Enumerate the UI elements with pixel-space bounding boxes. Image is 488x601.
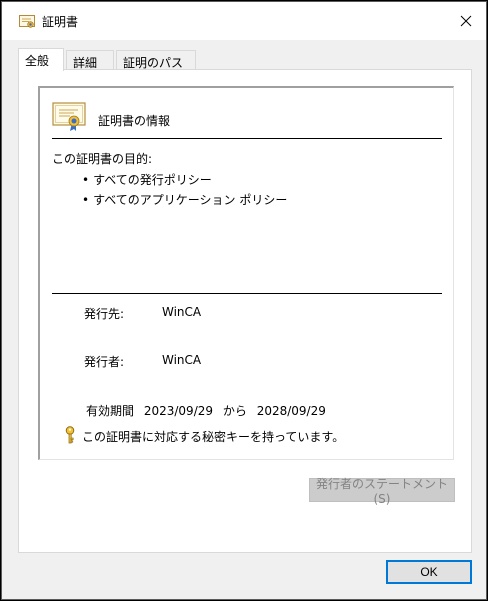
close-icon <box>460 15 472 27</box>
certificate-info-heading: 証明書の情報 <box>98 114 171 128</box>
tab-certification-path[interactable]: 証明のパス <box>116 50 196 70</box>
validity-label: 有効期間 <box>86 404 135 418</box>
tab-general[interactable]: 全般 <box>18 48 64 71</box>
title-bar: 証明書 <box>2 2 486 40</box>
tab-details[interactable]: 詳細 <box>66 50 114 70</box>
purpose-label: この証明書の目的: <box>52 152 153 166</box>
window-title: 証明書 <box>42 15 79 29</box>
key-icon <box>65 426 75 444</box>
purpose-list: すべての発行ポリシー すべてのアプリケーション ポリシー <box>82 170 287 210</box>
valid-to: 2028/09/29 <box>256 404 326 418</box>
valid-from: 2023/09/29 <box>143 404 214 418</box>
certificate-icon <box>52 102 86 131</box>
issued-to-value: WinCA <box>162 305 202 319</box>
issued-by-label: 発行者: <box>84 355 125 369</box>
close-button[interactable] <box>446 2 486 40</box>
ok-button[interactable]: OK <box>386 560 472 584</box>
issuer-statement-button[interactable]: 発行者のステートメント(S) <box>309 477 455 506</box>
issued-by-value: WinCA <box>162 353 202 367</box>
certificate-icon <box>19 15 35 28</box>
divider <box>52 138 442 139</box>
divider <box>52 293 442 294</box>
list-item: すべての発行ポリシー <box>82 170 287 190</box>
private-key-note: この証明書に対応する秘密キーを持っています。 <box>82 430 345 444</box>
certificate-dialog: 証明書 全般 詳細 証明のパス 証明書の情報 この証明書の目的: • すべての発… <box>1 1 487 600</box>
validity-from-word: から <box>222 404 247 418</box>
general-tab-panel: 証明書の情報 この証明書の目的: すべての発行ポリシー すべてのアプリケーション… <box>18 69 472 553</box>
certificate-info-box: 証明書の情報 この証明書の目的: すべての発行ポリシー すべてのアプリケーション… <box>38 86 454 460</box>
issued-to-label: 発行先: <box>84 307 125 321</box>
validity-period: 有効期間 2023/09/29 から 2028/09/29 <box>86 402 332 419</box>
list-item: すべてのアプリケーション ポリシー <box>82 190 287 210</box>
